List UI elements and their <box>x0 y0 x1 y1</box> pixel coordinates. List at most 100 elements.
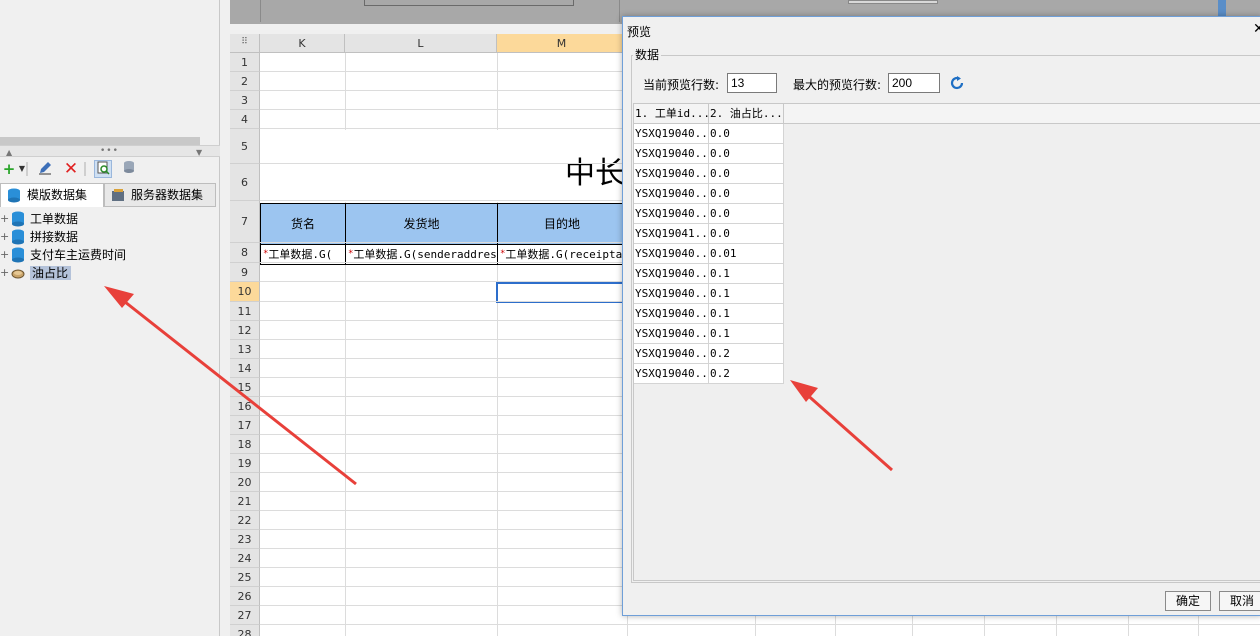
refresh-icon[interactable] <box>949 75 965 91</box>
row-header[interactable]: 5 <box>230 129 260 164</box>
row-header[interactable]: 22 <box>230 511 260 530</box>
horizontal-scrollbar[interactable] <box>0 137 200 145</box>
table-cell[interactable]: 0.2 <box>709 364 784 384</box>
delete-icon[interactable]: ✕ <box>62 160 80 178</box>
expand-icon[interactable]: + <box>0 264 9 282</box>
current-rows-input[interactable] <box>727 73 777 93</box>
table-cell[interactable]: 0.1 <box>709 264 784 284</box>
row-header[interactable]: 28 <box>230 625 260 636</box>
tab-template-datasets[interactable]: 模版数据集 <box>0 183 104 207</box>
table-cell[interactable]: 0.01 <box>709 244 784 264</box>
selected-cell[interactable] <box>496 282 626 303</box>
row-header[interactable]: 4 <box>230 110 260 129</box>
row-header[interactable]: 7 <box>230 201 260 243</box>
table-cell[interactable]: 0.0 <box>709 204 784 224</box>
max-rows-input[interactable] <box>888 73 940 93</box>
row-header[interactable]: 20 <box>230 473 260 492</box>
dataset-toolbar: + ▼ ✕ <box>0 158 220 180</box>
header-cell-goods[interactable]: 货名 <box>260 203 346 245</box>
dropdown-arrow-icon[interactable]: ▼ <box>13 160 31 178</box>
table-cell[interactable]: YSXQ19040... <box>634 204 709 224</box>
tree-item-workorder[interactable]: + 工单数据 <box>0 210 220 228</box>
table-cell[interactable]: YSXQ19040... <box>634 344 709 364</box>
column-header-l[interactable]: L <box>345 34 497 53</box>
row-header[interactable]: 1 <box>230 53 260 72</box>
table-cell[interactable]: 0.0 <box>709 124 784 144</box>
table-cell[interactable]: YSXQ19040... <box>634 184 709 204</box>
row-header[interactable]: 6 <box>230 164 260 201</box>
table-cell[interactable]: YSXQ19040... <box>634 364 709 384</box>
row-header[interactable]: 25 <box>230 568 260 587</box>
table-cell[interactable]: 0.1 <box>709 304 784 324</box>
table-cell[interactable]: YSXQ19040... <box>634 264 709 284</box>
expand-icon[interactable]: + <box>0 246 9 264</box>
column-header-k[interactable]: K <box>260 34 345 53</box>
row-header[interactable]: 21 <box>230 492 260 511</box>
select-all-corner[interactable]: ⠿ <box>230 34 260 53</box>
header-cell-destination[interactable]: 目的地 <box>497 203 627 245</box>
table-cell[interactable]: 0.2 <box>709 344 784 364</box>
table-cell[interactable]: 0.1 <box>709 284 784 304</box>
row-header[interactable]: 14 <box>230 359 260 378</box>
row-header[interactable]: 23 <box>230 530 260 549</box>
row-header[interactable]: 19 <box>230 454 260 473</box>
table-cell[interactable]: YSXQ19041... <box>634 224 709 244</box>
cancel-button[interactable]: 取消 <box>1219 591 1260 611</box>
tree-item-label: 拼接数据 <box>30 230 79 244</box>
row-header[interactable]: 15 <box>230 378 260 397</box>
table-cell[interactable]: 0.0 <box>709 144 784 164</box>
collapse-up-icon[interactable]: ▲ <box>6 148 12 157</box>
expand-icon[interactable]: + <box>0 228 9 246</box>
table-cell[interactable]: YSXQ19040... <box>634 164 709 184</box>
header-cell-origin[interactable]: 发货地 <box>345 203 498 245</box>
tree-item-oil-ratio[interactable]: + 油占比 <box>0 264 220 282</box>
row-header[interactable]: 24 <box>230 549 260 568</box>
table-cell[interactable]: YSXQ19040... <box>634 244 709 264</box>
table-cell[interactable]: YSXQ19040... <box>634 124 709 144</box>
edit-icon[interactable] <box>36 160 54 178</box>
cell-formula: 工单数据.G( <box>268 248 333 261</box>
collapse-down-icon[interactable]: ▼ <box>196 148 202 157</box>
row-header[interactable]: 16 <box>230 397 260 416</box>
panel-splitter[interactable]: ▲ ••• ▼ <box>0 145 220 157</box>
database-icon <box>8 188 20 203</box>
table-cell[interactable]: YSXQ19040... <box>634 144 709 164</box>
grip-icon: ••• <box>100 146 119 156</box>
row-header[interactable]: 26 <box>230 587 260 606</box>
table-cell[interactable]: 0.0 <box>709 224 784 244</box>
row-header[interactable]: 27 <box>230 606 260 625</box>
row-header[interactable]: 18 <box>230 435 260 454</box>
table-column-header[interactable]: 2. 油占比... <box>709 104 784 124</box>
table-header-filler <box>784 104 1260 124</box>
row-header[interactable]: 17 <box>230 416 260 435</box>
row-header[interactable]: 8 <box>230 243 260 263</box>
tree-item-joined[interactable]: + 拼接数据 <box>0 228 220 246</box>
cell-formula: 工单数据.G(senderaddress <box>353 248 498 261</box>
column-header-m[interactable]: M <box>497 34 627 53</box>
table-cell[interactable]: YSXQ19040... <box>634 284 709 304</box>
preview-table: 1. 工单id... 2. 油占比... YSXQ19040... 0.0 YSXQ… <box>633 103 1260 581</box>
row-header[interactable]: 2 <box>230 72 260 91</box>
preview-icon[interactable] <box>94 160 112 178</box>
cell-formula: 工单数据.G(receiptad <box>505 248 627 261</box>
table-cell[interactable]: 0.0 <box>709 184 784 204</box>
database-connect-icon[interactable] <box>120 160 138 178</box>
row-header[interactable]: 3 <box>230 91 260 110</box>
expand-icon[interactable]: + <box>0 210 9 228</box>
row-header[interactable]: 10 <box>230 282 260 302</box>
row-header[interactable]: 13 <box>230 340 260 359</box>
row-header[interactable]: 11 <box>230 302 260 321</box>
tab-server-datasets[interactable]: 服务器数据集 <box>104 183 216 207</box>
tree-item-label: 支付车主运费时间 <box>30 248 127 262</box>
gridline <box>260 624 1260 625</box>
table-cell[interactable]: YSXQ19040... <box>634 304 709 324</box>
row-header[interactable]: 9 <box>230 263 260 282</box>
tree-item-payment-time[interactable]: + 支付车主运费时间 <box>0 246 220 264</box>
close-icon[interactable]: ✕ <box>1253 21 1260 37</box>
ok-button[interactable]: 确定 <box>1165 591 1211 611</box>
row-header[interactable]: 12 <box>230 321 260 340</box>
table-cell[interactable]: 0.0 <box>709 164 784 184</box>
table-column-header[interactable]: 1. 工单id... <box>634 104 709 124</box>
table-cell[interactable]: YSXQ19040... <box>634 324 709 344</box>
table-cell[interactable]: 0.1 <box>709 324 784 344</box>
